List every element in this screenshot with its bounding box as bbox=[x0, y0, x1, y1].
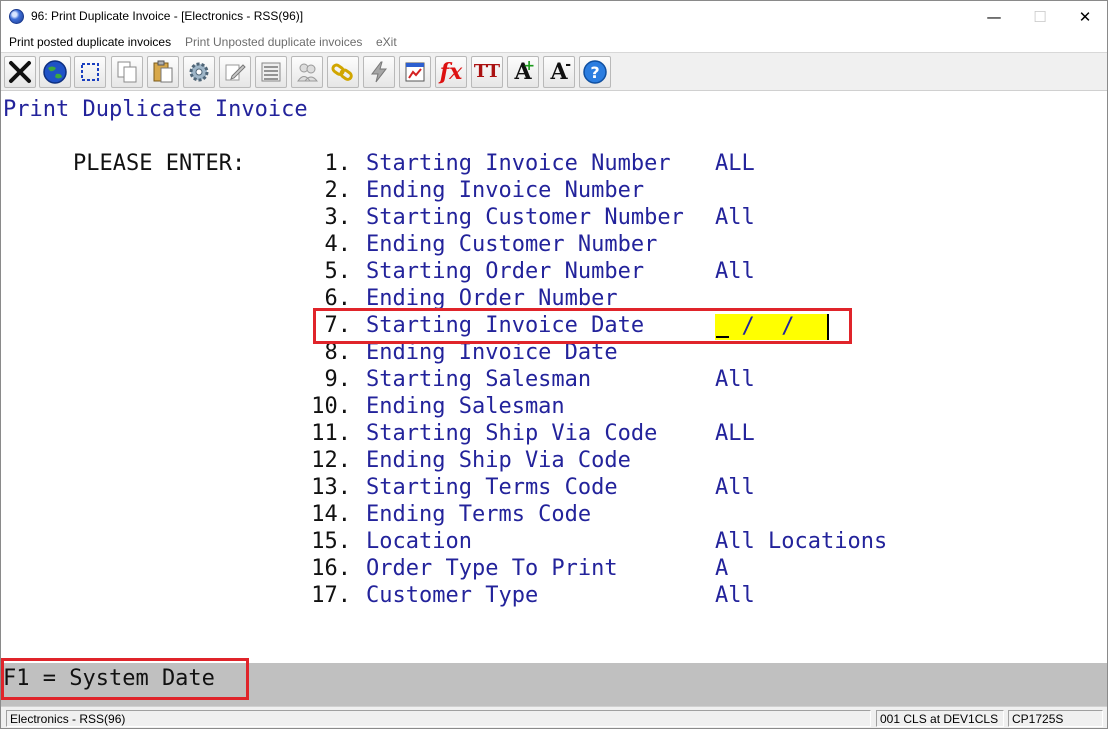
close-tool-button[interactable] bbox=[4, 56, 36, 88]
hint-text: F1 = System Date bbox=[3, 666, 215, 691]
font-decrease-tool-button[interactable]: A - bbox=[543, 56, 575, 88]
menu-bar: Print posted duplicate invoices Print Un… bbox=[1, 32, 1107, 52]
svg-text:?: ? bbox=[590, 63, 599, 82]
menu-exit[interactable]: eXit bbox=[376, 35, 397, 49]
paste-icon bbox=[153, 60, 173, 83]
app-window: 96: Print Duplicate Invoice - [Electroni… bbox=[0, 0, 1108, 729]
field-number: 11. bbox=[311, 421, 351, 446]
field-value[interactable]: All bbox=[715, 475, 755, 501]
field-number: 12. bbox=[311, 448, 351, 473]
help-tool-button[interactable]: ? bbox=[579, 56, 611, 88]
starting-invoice-date-input[interactable]: / / bbox=[715, 314, 829, 340]
copy-icon bbox=[117, 61, 137, 83]
terminal-screen: Print Duplicate Invoice PLEASE ENTER: 1.… bbox=[1, 91, 1107, 663]
field-number: 15. bbox=[311, 529, 351, 554]
settings-icon bbox=[189, 62, 209, 82]
field-number: 2. bbox=[324, 178, 352, 203]
field-number: 16. bbox=[311, 556, 351, 581]
globe-tool-button[interactable] bbox=[39, 56, 71, 88]
field-label: Starting Customer Number bbox=[366, 205, 684, 230]
users-tool-button[interactable] bbox=[291, 56, 323, 88]
lightning-icon bbox=[371, 61, 388, 83]
status-company: Electronics - RSS(96) bbox=[6, 710, 871, 727]
field-value[interactable]: ALL bbox=[715, 151, 755, 177]
list-icon bbox=[261, 62, 281, 82]
screen-heading: Print Duplicate Invoice bbox=[3, 97, 308, 122]
link-icon bbox=[331, 63, 353, 81]
status-session: 001 CLS at DEV1CLS bbox=[876, 710, 1004, 727]
menu-print-unposted[interactable]: Print Unposted duplicate invoices bbox=[185, 35, 362, 49]
function-icon: fx bbox=[439, 59, 463, 85]
chart-tool-button[interactable] bbox=[399, 56, 431, 88]
field-value[interactable]: All bbox=[715, 259, 755, 285]
status-program: CP1725S bbox=[1008, 710, 1103, 727]
field-value[interactable]: All Locations bbox=[715, 529, 887, 555]
title-bar: 96: Print Duplicate Invoice - [Electroni… bbox=[1, 1, 1107, 32]
field-value[interactable]: All bbox=[715, 205, 755, 231]
help-icon: ? bbox=[583, 60, 607, 84]
field-label: Starting Ship Via Code bbox=[366, 421, 658, 446]
text-size-icon: TT bbox=[473, 61, 501, 82]
function-tool-button[interactable]: fx bbox=[435, 56, 467, 88]
field-number: 17. bbox=[311, 583, 351, 608]
list-tool-button[interactable] bbox=[255, 56, 287, 88]
field-label: Ending Terms Code bbox=[366, 502, 592, 527]
paste-tool-button[interactable] bbox=[147, 56, 179, 88]
field-label: Order Type To Print bbox=[366, 556, 618, 581]
edit-tool-button[interactable] bbox=[219, 56, 251, 88]
field-number: 4. bbox=[324, 232, 352, 257]
field-value[interactable]: ALL bbox=[715, 421, 755, 447]
field-number: 5. bbox=[324, 259, 352, 284]
close-window-button[interactable]: ✕ bbox=[1062, 1, 1107, 32]
field-label: Starting Salesman bbox=[366, 367, 592, 392]
font-increase-tool-button[interactable]: A + bbox=[507, 56, 539, 88]
chart-icon bbox=[405, 62, 425, 82]
field-number: 3. bbox=[324, 205, 352, 230]
text-cursor bbox=[716, 336, 729, 338]
field-label: Customer Type bbox=[366, 583, 539, 608]
field-label: Ending Customer Number bbox=[366, 232, 658, 257]
field-label: Ending Invoice Number bbox=[366, 178, 645, 203]
field-number: 14. bbox=[311, 502, 351, 527]
prompt-label: PLEASE ENTER: bbox=[73, 151, 246, 176]
field-number: 13. bbox=[311, 475, 351, 500]
field-number: 9. bbox=[324, 367, 352, 392]
minus-icon: - bbox=[565, 57, 571, 73]
field-label: Ending Ship Via Code bbox=[366, 448, 631, 473]
select-tool-button[interactable] bbox=[74, 56, 106, 88]
status-bar: Electronics - RSS(96) 001 CLS at DEV1CLS… bbox=[1, 706, 1107, 728]
field-label: Starting Order Number bbox=[366, 259, 645, 284]
field-value[interactable]: All bbox=[715, 583, 755, 609]
field-value[interactable]: A bbox=[715, 556, 728, 582]
link-tool-button[interactable] bbox=[327, 56, 359, 88]
globe-icon bbox=[43, 60, 67, 84]
window-title: 96: Print Duplicate Invoice - [Electroni… bbox=[31, 9, 304, 23]
menu-print-posted[interactable]: Print posted duplicate invoices bbox=[9, 35, 171, 49]
plus-icon: + bbox=[523, 58, 535, 74]
toolbar: fx TT A + A - ? bbox=[1, 52, 1107, 91]
select-icon bbox=[81, 63, 99, 81]
text-size-tool-button[interactable]: TT bbox=[471, 56, 503, 88]
minimize-button[interactable]: — bbox=[971, 1, 1017, 32]
field-number: 1. bbox=[324, 151, 352, 176]
field-label: Location bbox=[366, 529, 472, 554]
field-number: 10. bbox=[311, 394, 351, 419]
app-globe-icon bbox=[9, 9, 24, 24]
field-label: Ending Salesman bbox=[366, 394, 565, 419]
edit-icon bbox=[225, 64, 246, 81]
field-label: Starting Terms Code bbox=[366, 475, 618, 500]
field-value[interactable]: All bbox=[715, 367, 755, 393]
field-label: Starting Invoice Number bbox=[366, 151, 671, 176]
copy-tool-button[interactable] bbox=[111, 56, 143, 88]
settings-tool-button[interactable] bbox=[183, 56, 215, 88]
lightning-tool-button[interactable] bbox=[363, 56, 395, 88]
users-icon bbox=[297, 63, 319, 82]
hint-bar: F1 = System Date bbox=[1, 658, 1107, 706]
close-icon bbox=[9, 61, 31, 83]
maximize-button[interactable]: ☐ bbox=[1017, 1, 1063, 32]
